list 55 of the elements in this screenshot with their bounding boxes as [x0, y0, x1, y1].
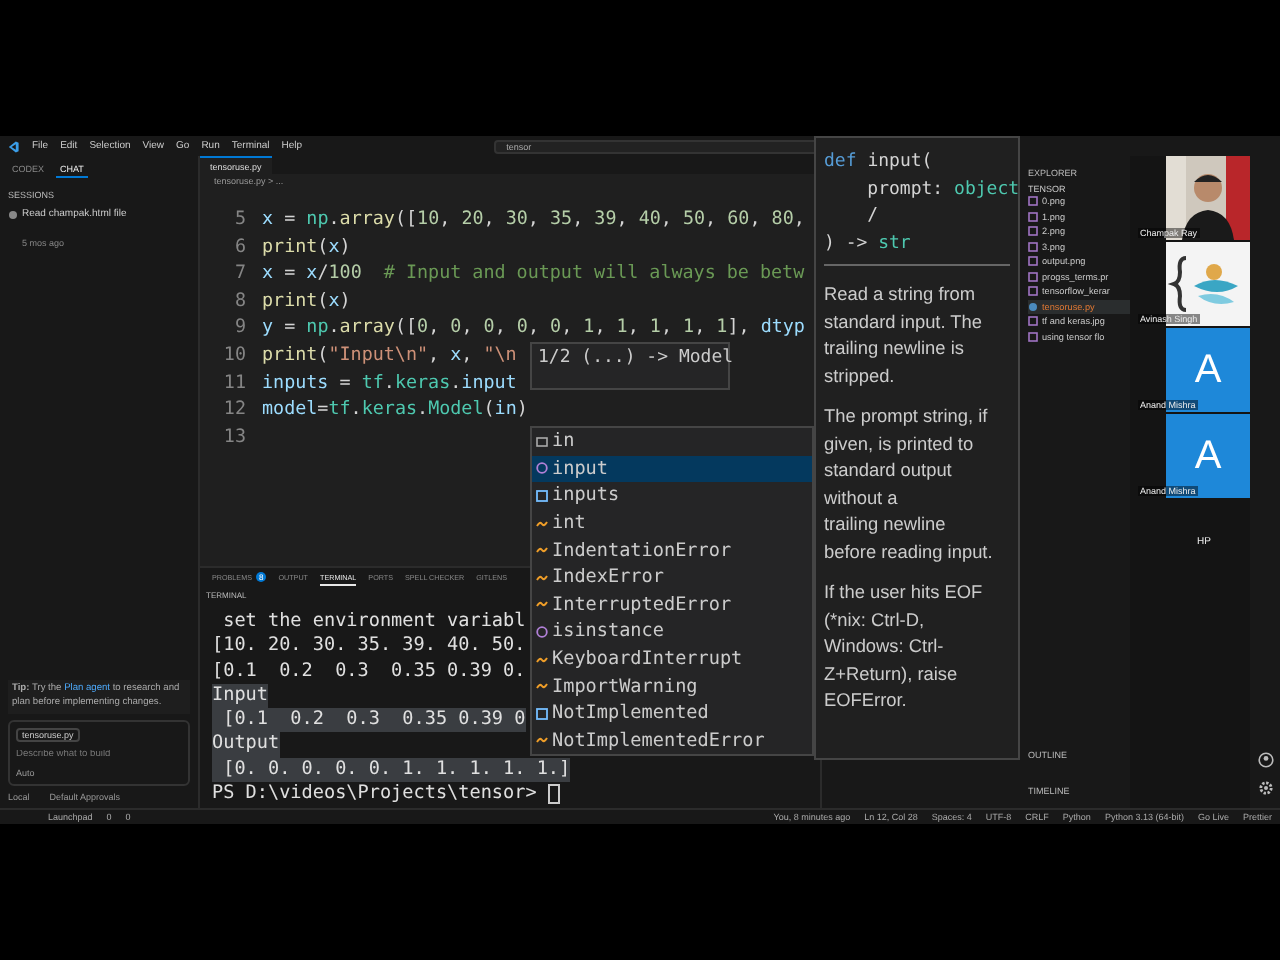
line-number: 8: [232, 287, 248, 315]
code-line: y = np.array([0, 0, 0, 0, 0, 1, 1, 1, 1, 1], dtyp: [262, 314, 805, 342]
python-file-icon: [1028, 301, 1038, 312]
line-number: 9: [232, 314, 248, 342]
tilde-icon: [536, 653, 548, 666]
suggestion-item[interactable]: isinstance: [532, 618, 812, 646]
code-line: model=tf.keras.Model(in): [262, 396, 528, 424]
code-line: inputs = tf.keras.input: [262, 369, 517, 397]
code-line: print(x): [262, 233, 351, 261]
suggestion-item[interactable]: input: [532, 455, 812, 483]
line-number: 11: [221, 369, 248, 397]
suggestion-item[interactable]: KeyboardInterrupt: [532, 645, 812, 673]
suggestion-item[interactable]: in: [532, 428, 812, 456]
tilde-icon: [536, 517, 548, 530]
line-number: 6: [232, 233, 248, 261]
account-icon[interactable]: [1257, 752, 1273, 768]
tilde-icon: [536, 571, 548, 584]
signature-hint: 1/2 (...) -> Model: [530, 342, 730, 390]
code-line: print(x): [262, 287, 351, 315]
suggestion-item[interactable]: inputs: [532, 482, 812, 510]
suggestion-item[interactable]: ImportWarning: [532, 672, 812, 700]
code-line: print("Input\n", x, "\n: [262, 341, 517, 370]
suggestion-item[interactable]: IndentationError: [532, 536, 812, 564]
settings-icon[interactable]: [1257, 780, 1273, 796]
terminal-line: set the environment variabl: [221, 610, 526, 635]
suggestion-item[interactable]: InterruptedError: [532, 591, 812, 619]
terminal-line: PS D:\videos\Projects\tensor>: [212, 782, 560, 807]
code-line: x = x/100 # Input and output will always be betw: [262, 260, 805, 288]
doc-paragraph: The prompt string, if given, is printed to standard output without a trailing newline before reading input.: [824, 404, 995, 566]
avatar-initial: A: [1194, 347, 1222, 393]
app-logo-icon: [6, 139, 20, 153]
keyword-icon: [536, 435, 548, 448]
line-number: 12: [221, 396, 248, 424]
suggestion-item[interactable]: IndexError: [532, 563, 812, 592]
line-number: 13: [221, 423, 248, 451]
code-line: x = np.array([10, 20, 30, 35, 39, 40, 50, 60, 80,: [262, 206, 805, 234]
tilde-icon: [536, 544, 548, 557]
tilde-icon: [536, 598, 548, 611]
line-number: 10: [221, 341, 248, 370]
variable-icon: [536, 707, 548, 720]
avatar-initial: A: [1194, 433, 1222, 479]
suggestion-item[interactable]: int: [532, 509, 812, 537]
suggestion-item[interactable]: NotImplemented: [532, 699, 812, 728]
suggestion-item[interactable]: NotImplementedError: [532, 727, 812, 755]
line-number: 7: [232, 260, 248, 288]
variable-icon: [536, 489, 548, 502]
tilde-icon: [536, 680, 548, 693]
tilde-icon: [536, 734, 548, 747]
doc-paragraph: Read a string from standard input. The trailing newline is stripped.: [824, 282, 984, 390]
session-icon: [8, 209, 18, 219]
doc-paragraph: If the user hits EOF (*nix: Ctrl-D, Windows: Ctrl- Z+Return), raise EOFError.: [824, 580, 985, 714]
text-cursor: [547, 783, 560, 804]
terminal-line: [10. 20. 30. 35. 39. 40. 50.: [212, 634, 526, 660]
line-number: 5: [232, 206, 248, 234]
terminal-line: [0.1 0.2 0.3 0.35 0.39 0.: [212, 659, 526, 684]
